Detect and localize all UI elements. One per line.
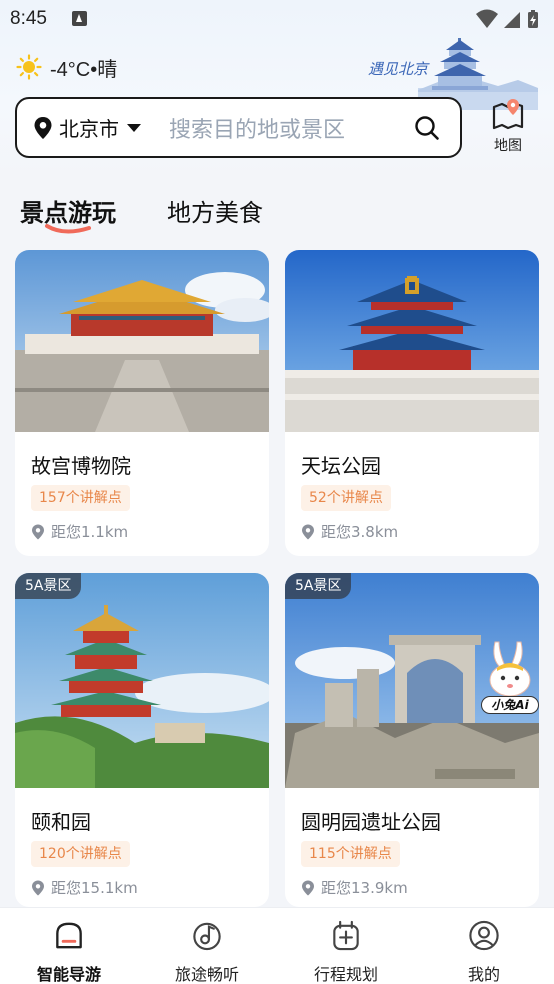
distance-row: 距您13.9km bbox=[301, 877, 408, 898]
search-icon[interactable] bbox=[414, 115, 440, 141]
attraction-name: 故宫博物院 bbox=[31, 454, 131, 478]
map-icon bbox=[492, 99, 524, 130]
signal-icon bbox=[504, 12, 520, 28]
attraction-image bbox=[15, 573, 269, 788]
attraction-image bbox=[15, 250, 269, 432]
mascot-button[interactable]: 小兔Ai bbox=[481, 638, 539, 718]
distance-text: 距您3.8km bbox=[321, 523, 399, 541]
weather-row: -4°C•晴 bbox=[16, 52, 117, 82]
battery-icon bbox=[528, 10, 538, 28]
wifi-icon bbox=[476, 9, 498, 28]
status-bar: 8:45 bbox=[0, 0, 554, 38]
city-label: 北京市 bbox=[59, 117, 119, 141]
app-notification-icon bbox=[72, 11, 87, 26]
map-label: 地图 bbox=[494, 138, 522, 154]
nav-item-plan[interactable]: 行程规划 bbox=[277, 908, 415, 984]
profile-icon bbox=[469, 920, 499, 951]
location-pin-icon bbox=[34, 116, 52, 139]
attraction-card[interactable]: 故宫博物院 157个讲解点 距您1.1km bbox=[15, 250, 269, 556]
status-icons bbox=[474, 8, 544, 30]
music-icon bbox=[193, 922, 221, 951]
status-time: 8:45 bbox=[10, 8, 47, 29]
attraction-name: 天坛公园 bbox=[301, 454, 381, 478]
guide-points-badge: 52个讲解点 bbox=[301, 485, 391, 511]
attraction-card[interactable]: 5A景区 颐和园 120个讲解点 距您15.1km bbox=[15, 573, 269, 907]
map-button[interactable]: 地图 bbox=[478, 97, 538, 161]
nav-label: 智能导游 bbox=[36, 965, 101, 984]
calendar-plus-icon bbox=[333, 920, 359, 951]
distance-text: 距您13.9km bbox=[321, 879, 408, 897]
nav-label: 行程规划 bbox=[313, 965, 378, 984]
nav-label: 旅途畅听 bbox=[174, 965, 239, 984]
location-pin-icon bbox=[32, 880, 44, 895]
search-input[interactable]: 搜索目的地或景区 bbox=[169, 112, 414, 144]
guide-points-badge: 157个讲解点 bbox=[31, 485, 130, 511]
nav-item-profile[interactable]: 我的 bbox=[415, 908, 553, 984]
city-selector[interactable]: 北京市 bbox=[33, 113, 141, 142]
tab-active-indicator bbox=[45, 224, 91, 234]
attraction-card[interactable]: 5A景区 小兔Ai 圆明园遗址公园 115个讲解点 距您13.9km bbox=[285, 573, 539, 907]
nav-item-guide[interactable]: 智能导游 bbox=[0, 908, 138, 984]
location-pin-icon bbox=[302, 524, 314, 539]
guide-icon bbox=[56, 922, 82, 949]
nav-label: 我的 bbox=[467, 965, 500, 984]
distance-row: 距您1.1km bbox=[31, 521, 128, 542]
distance-row: 距您15.1km bbox=[31, 877, 138, 898]
location-pin-icon bbox=[32, 524, 44, 539]
guide-points-badge: 120个讲解点 bbox=[31, 841, 130, 867]
bottom-navigation: 智能导游 旅途畅听 行程规划 我的 bbox=[0, 907, 554, 984]
guide-points-badge: 115个讲解点 bbox=[301, 841, 400, 867]
attraction-image bbox=[285, 250, 539, 432]
scenic-level-tag: 5A景区 bbox=[15, 573, 82, 599]
attraction-card[interactable]: 天坛公园 52个讲解点 距您3.8km bbox=[285, 250, 539, 556]
scenic-level-tag: 5A景区 bbox=[285, 573, 352, 599]
nav-item-listen[interactable]: 旅途畅听 bbox=[138, 908, 276, 984]
mascot-label: 小兔Ai bbox=[481, 696, 539, 714]
tab-local-food[interactable]: 地方美食 bbox=[167, 193, 263, 228]
search-bar[interactable]: 北京市 搜索目的地或景区 bbox=[15, 97, 462, 158]
attraction-name: 颐和园 bbox=[31, 810, 91, 834]
weather-text: -4°C•晴 bbox=[50, 58, 118, 81]
sun-icon bbox=[16, 54, 42, 80]
distance-text: 距您15.1km bbox=[51, 879, 138, 897]
attraction-name: 圆明园遗址公园 bbox=[301, 810, 441, 834]
chevron-down-icon bbox=[127, 123, 141, 132]
distance-row: 距您3.8km bbox=[301, 521, 398, 542]
location-pin-icon bbox=[302, 880, 314, 895]
decoration-text: 遇见北京 bbox=[368, 60, 429, 78]
distance-text: 距您1.1km bbox=[51, 523, 129, 541]
